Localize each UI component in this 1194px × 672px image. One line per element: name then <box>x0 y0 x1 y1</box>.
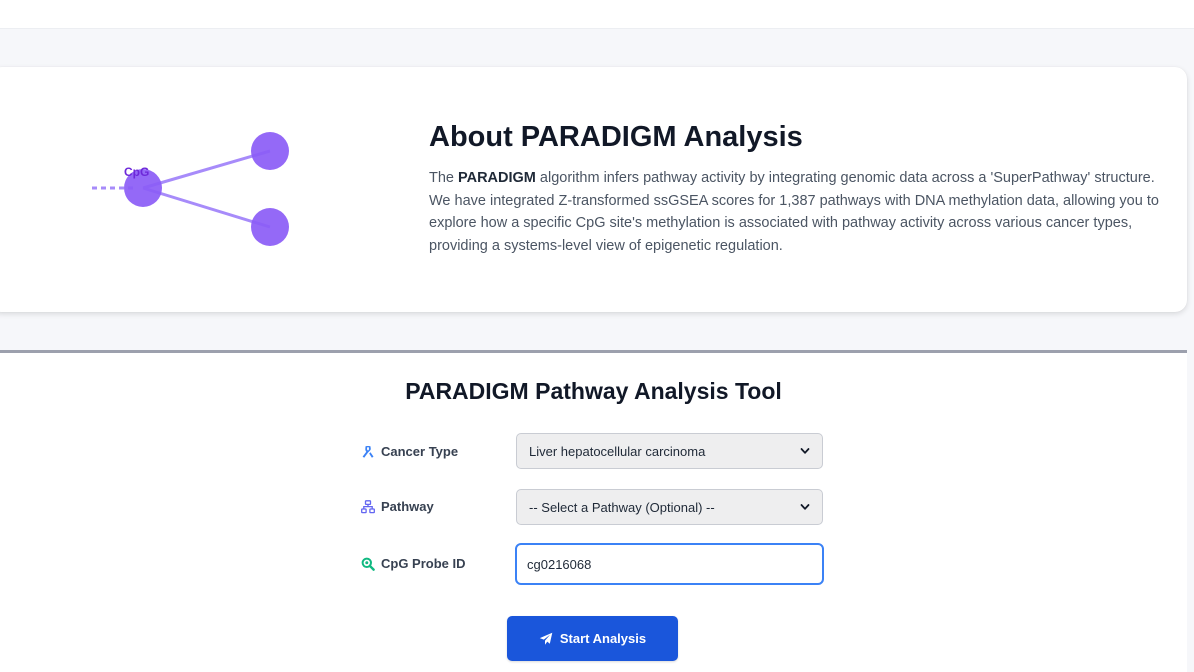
pathway-edge-lower <box>142 186 271 229</box>
cancer-type-label-text: Cancer Type <box>381 444 459 459</box>
start-analysis-button[interactable]: Start Analysis <box>507 616 678 661</box>
cpg-probe-label: CpG Probe ID <box>361 556 466 571</box>
tool-title: PARADIGM Pathway Analysis Tool <box>405 378 782 404</box>
cpg-probe-label-text: CpG Probe ID <box>381 556 466 571</box>
cancer-type-label: Cancer Type <box>361 444 458 459</box>
cancer-type-selected: Liver hepatocellular carcinoma <box>529 443 706 459</box>
chevron-down-icon <box>800 448 810 454</box>
about-desc-prefix: The <box>429 170 459 186</box>
pathway-edge-upper <box>142 149 271 190</box>
ribbon-icon <box>362 445 374 458</box>
about-desc-rest: algorithm infers pathway activity by int… <box>429 170 1159 254</box>
sitemap-icon <box>361 499 375 513</box>
pathway-node-upper <box>251 132 289 170</box>
start-analysis-label: Start Analysis <box>559 631 647 646</box>
chevron-down-icon <box>800 504 810 510</box>
pathway-label: Pathway <box>361 499 434 514</box>
pathway-label-text: Pathway <box>381 499 434 514</box>
pathway-select[interactable]: -- Select a Pathway (Optional) -- <box>516 489 823 525</box>
pathway-illustration: CpG <box>92 132 289 246</box>
cpg-probe-input[interactable] <box>515 543 824 585</box>
cpg-node-label: CpG <box>124 165 149 179</box>
about-title: About PARADIGM Analysis <box>429 121 803 153</box>
about-desc-bold: PARADIGM <box>458 170 536 186</box>
about-description: The PARADIGM algorithm infers pathway ac… <box>429 167 1169 257</box>
top-bar <box>0 0 1194 29</box>
paper-plane-icon <box>539 632 553 645</box>
pathway-node-lower <box>251 208 289 246</box>
cancer-type-select[interactable]: Liver hepatocellular carcinoma <box>516 433 823 469</box>
search-icon <box>361 557 375 571</box>
pathway-selected: -- Select a Pathway (Optional) -- <box>529 499 715 515</box>
